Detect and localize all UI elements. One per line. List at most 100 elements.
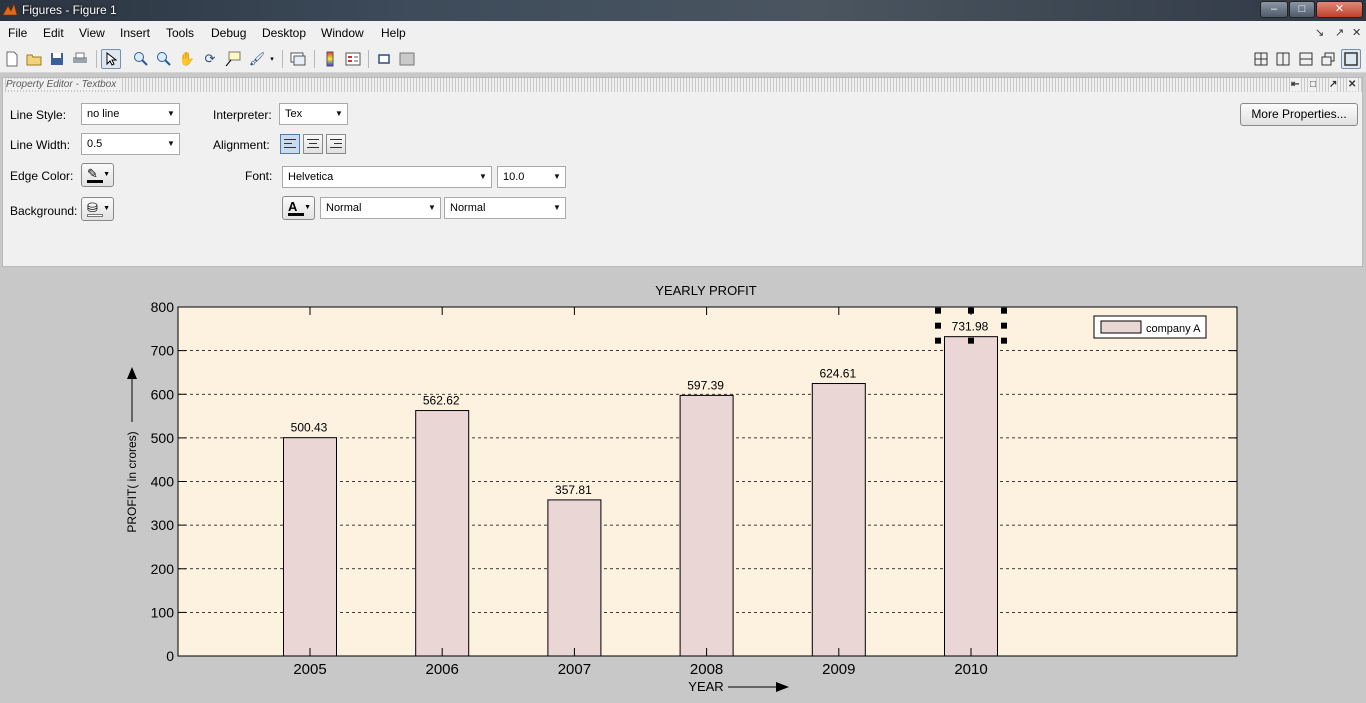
selection-handle[interactable]: [935, 322, 941, 329]
maximize-layout-icon[interactable]: [1341, 49, 1361, 69]
close-button[interactable]: ✕: [1316, 1, 1363, 18]
chart-title[interactable]: YEARLY PROFIT: [655, 283, 756, 298]
data-cursor-icon[interactable]: [223, 49, 243, 69]
menu-insert[interactable]: Insert: [120, 26, 150, 40]
data-label-2010[interactable]: 731.98: [952, 320, 989, 334]
background-color-button[interactable]: ⛁ ▼: [81, 197, 114, 221]
x-arrow-head-icon: [776, 682, 789, 692]
top-bottom-split-icon[interactable]: [1296, 49, 1316, 69]
x-axis-label-group: YEAR: [688, 679, 789, 694]
hide-plot-tools-icon[interactable]: [374, 49, 394, 69]
y-arrow-head-icon: [127, 367, 137, 379]
property-editor-header: Property Editor - Textbox ⇤ □ ↗ ✕: [3, 78, 1362, 92]
zoom-out-icon[interactable]: [154, 49, 174, 69]
legend[interactable]: company A: [1093, 315, 1207, 339]
align-center-button[interactable]: [303, 134, 323, 154]
menu-file[interactable]: File: [8, 26, 27, 40]
chevron-down-icon: ▼: [167, 109, 175, 118]
menu-help[interactable]: Help: [381, 26, 406, 40]
background-color-swatch: [87, 214, 103, 217]
menu-desktop[interactable]: Desktop: [262, 26, 306, 40]
minimize-panel-icon[interactable]: ⇤: [1291, 78, 1300, 91]
legend-entry-company-a[interactable]: company A: [1146, 323, 1201, 335]
link-plot-icon[interactable]: [288, 49, 308, 69]
toolbar-separator: [96, 50, 97, 68]
rotate-3d-icon[interactable]: ⟳: [200, 49, 220, 69]
font-size-value: 10.0: [503, 171, 525, 183]
undock-panel-icon[interactable]: ↗: [1329, 78, 1338, 91]
font-name-select[interactable]: Helvetica ▼: [282, 166, 492, 188]
zoom-in-icon[interactable]: [131, 49, 151, 69]
maximize-panel-icon[interactable]: □: [1310, 78, 1317, 91]
data-label-2005[interactable]: 500.43: [291, 421, 328, 435]
font-weight-select[interactable]: Normal ▼: [320, 197, 441, 219]
font-size-select[interactable]: 10.0 ▼: [497, 166, 566, 188]
left-right-split-icon[interactable]: [1273, 49, 1293, 69]
show-plot-tools-icon[interactable]: [397, 49, 417, 69]
text-color-button[interactable]: A ▼: [282, 196, 315, 220]
bar-2007[interactable]: [547, 499, 602, 657]
font-name-value: Helvetica: [288, 171, 334, 183]
font-angle-select[interactable]: Normal ▼: [444, 197, 566, 219]
x-axis-label[interactable]: YEAR: [688, 679, 723, 694]
edit-plot-arrow-icon[interactable]: [101, 49, 121, 69]
selection-handle[interactable]: [968, 337, 974, 344]
undock-figure-icon[interactable]: ↗: [1335, 26, 1344, 39]
data-label-2008[interactable]: 597.39: [687, 378, 724, 392]
selection-handle[interactable]: [1001, 307, 1007, 314]
brush-dropdown-icon[interactable]: ▾: [266, 49, 278, 69]
property-editor-title: Property Editor - Textbox: [6, 79, 121, 90]
menu-tools[interactable]: Tools: [166, 26, 194, 40]
bar-2009[interactable]: [811, 383, 866, 657]
maximize-button[interactable]: □: [1289, 1, 1315, 18]
open-file-icon[interactable]: [24, 49, 44, 69]
align-left-button[interactable]: [280, 134, 300, 154]
save-icon[interactable]: [47, 49, 67, 69]
menu-bar: File Edit View Insert Tools Debug Deskto…: [0, 21, 1366, 45]
bar-2008[interactable]: [679, 394, 734, 657]
interpreter-select[interactable]: Tex ▼: [279, 103, 348, 125]
pan-hand-icon[interactable]: ✋: [177, 49, 197, 69]
y-tick-label: 800: [151, 299, 175, 315]
selection-handle[interactable]: [935, 307, 941, 314]
x-tick-label-2009: 2009: [822, 661, 855, 678]
dock-figure-icon[interactable]: ↘: [1315, 26, 1324, 39]
close-panel-icon[interactable]: ✕: [1348, 78, 1357, 91]
data-label-2009[interactable]: 624.61: [819, 367, 856, 381]
colorbar-icon[interactable]: [320, 49, 340, 69]
selection-handle[interactable]: [1001, 337, 1007, 344]
tile-layout-icon[interactable]: [1251, 49, 1271, 69]
brush-icon[interactable]: 🖌: [247, 49, 267, 69]
minimize-button[interactable]: –: [1260, 1, 1288, 18]
selection-handle[interactable]: [1001, 322, 1007, 329]
menu-window[interactable]: Window: [321, 26, 364, 40]
bar-chart: 0 100 200 300 400 500 600 700 800 500.43 562.62 35…: [125, 283, 1238, 694]
legend-icon[interactable]: [343, 49, 363, 69]
data-label-2007[interactable]: 357.81: [555, 483, 592, 497]
selection-handle[interactable]: [935, 337, 941, 344]
menu-edit[interactable]: Edit: [43, 26, 64, 40]
float-layout-icon[interactable]: [1318, 49, 1338, 69]
line-style-select[interactable]: no line ▼: [81, 103, 180, 125]
new-figure-icon[interactable]: [2, 49, 22, 69]
toolbar-separator: [368, 50, 369, 68]
bar-2005[interactable]: [283, 437, 337, 657]
y-axis-label-group: PROFIT( in crores): [125, 367, 139, 533]
toolbar-separator: [314, 50, 315, 68]
align-right-button[interactable]: [326, 134, 346, 154]
close-figure-icon[interactable]: ✕: [1352, 26, 1361, 39]
y-axis-label[interactable]: PROFIT( in crores): [125, 431, 139, 532]
line-width-select[interactable]: 0.5 ▼: [81, 133, 180, 155]
y-tick-label: 500: [151, 430, 175, 446]
menu-view[interactable]: View: [79, 26, 105, 40]
data-label-2006[interactable]: 562.62: [423, 394, 460, 408]
edge-color-button[interactable]: ✎ ▼: [81, 163, 114, 187]
x-tick-label-2008: 2008: [690, 661, 723, 678]
menu-debug[interactable]: Debug: [211, 26, 246, 40]
x-tick-label-2005: 2005: [293, 661, 326, 678]
bar-2010[interactable]: [944, 336, 998, 657]
more-properties-button[interactable]: More Properties...: [1240, 103, 1358, 126]
print-icon[interactable]: [70, 49, 90, 69]
bar-2006[interactable]: [415, 410, 470, 657]
selection-handle[interactable]: [968, 307, 974, 314]
